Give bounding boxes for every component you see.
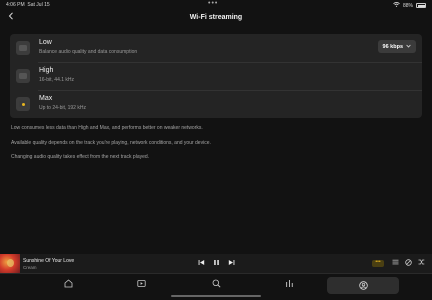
page-title: Wi-Fi streaming (189, 14, 243, 21)
status-indicators: 88% (393, 2, 426, 9)
pause-icon[interactable] (211, 259, 221, 269)
quality-options-list: Low Balance audio quality and data consu… (10, 34, 422, 118)
quality-low-icon (16, 41, 30, 55)
home-indicator (171, 295, 261, 297)
bitrate-dropdown[interactable]: 96 kbps (377, 40, 416, 53)
chevron-down-icon (406, 44, 411, 50)
option-title: Low (39, 39, 52, 46)
option-subtitle: Balance audio quality and data consumpti… (39, 49, 138, 55)
option-title: High (39, 67, 54, 74)
info-text-change: Changing audio quality takes effect from… (11, 154, 150, 160)
bitrate-value: 96 kbps (382, 43, 403, 50)
battery-icon (416, 3, 426, 8)
queue-icon[interactable] (390, 259, 400, 269)
library-icon[interactable] (282, 278, 296, 292)
mini-player[interactable]: Sunshine Of Your Love Cream ••• (0, 254, 432, 274)
video-icon[interactable] (134, 278, 148, 292)
block-icon[interactable] (403, 259, 413, 269)
quality-max-selected-icon (16, 97, 30, 111)
profile-icon[interactable] (327, 277, 399, 294)
shuffle-icon[interactable] (416, 259, 426, 269)
option-subtitle: 16-bit, 44.1 kHz (39, 77, 75, 83)
quality-option-high[interactable]: High 16-bit, 44.1 kHz (10, 62, 422, 90)
option-subtitle: Up to 24-bit, 192 kHz (39, 105, 86, 111)
track-artist[interactable]: Cream (23, 265, 37, 270)
wifi-icon (393, 2, 400, 9)
status-bar: 4:06 PM Sat Jul 15 ••• 88% (0, 0, 432, 10)
quality-option-max[interactable]: Max Up to 24-bit, 192 kHz (10, 90, 422, 118)
search-icon[interactable] (209, 278, 223, 292)
quality-badge[interactable]: ••• (372, 260, 384, 267)
info-text-availability: Available quality depends on the track y… (11, 140, 211, 146)
next-track-icon[interactable] (226, 259, 236, 269)
quality-high-icon (16, 69, 30, 83)
battery-percent: 88% (402, 2, 413, 9)
home-icon[interactable] (61, 278, 75, 292)
track-title[interactable]: Sunshine Of Your Love (23, 258, 74, 264)
option-title: Max (39, 95, 53, 102)
info-text-data: Low consumes less data than High and Max… (11, 125, 203, 131)
quality-option-low[interactable]: Low Balance audio quality and data consu… (10, 34, 422, 62)
album-art[interactable] (0, 254, 20, 274)
status-time: 4:06 PM Sat Jul 15 (6, 2, 50, 8)
multitask-dots-icon[interactable]: ••• (208, 0, 218, 7)
header: Wi-Fi streaming (0, 11, 432, 25)
previous-track-icon[interactable] (196, 259, 206, 269)
